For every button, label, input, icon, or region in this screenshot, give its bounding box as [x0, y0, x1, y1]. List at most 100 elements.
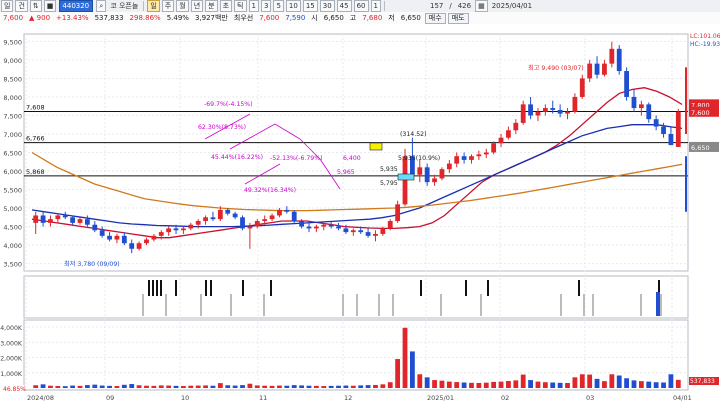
price-tick-label: 9,000: [3, 57, 22, 65]
candle-body: [33, 215, 39, 223]
price-tick-label: 7,000: [3, 131, 22, 139]
period-day[interactable]: 일: [147, 0, 160, 12]
candlestick-chart[interactable]: 7,608 6,766 5,868 최고 9,490 (03/07) 최저 3,780…: [0, 24, 720, 404]
volume-bar: [432, 380, 437, 388]
signal-marker: [210, 280, 212, 296]
signal-bar: [378, 294, 380, 316]
signal-marker: [152, 280, 154, 296]
candle-body: [572, 96, 578, 112]
price-tick-label: 8,500: [3, 75, 22, 83]
time-tick-label: 11: [259, 394, 267, 402]
chart-annotation: 5,935(10.9%): [398, 155, 440, 162]
volume-bar: [321, 386, 327, 388]
volume-bar: [313, 385, 319, 388]
record-count[interactable]: 157: [427, 2, 446, 10]
candle-body: [254, 221, 260, 227]
signal-bar: [560, 294, 562, 316]
volume-bar: [299, 385, 305, 388]
candle-body: [62, 215, 68, 218]
period-year[interactable]: 년: [190, 0, 204, 12]
candle-body: [299, 221, 305, 227]
calendar-icon[interactable]: ▦: [475, 0, 488, 12]
candle-body: [417, 167, 423, 175]
interval-45[interactable]: 45: [336, 0, 352, 12]
volume-bar: [572, 377, 578, 388]
volume-bar: [653, 382, 659, 388]
signal-bar: [142, 294, 144, 316]
candle-body: [343, 228, 349, 233]
trade-amount: 3,927백만: [194, 14, 228, 22]
volume-bar: [247, 383, 253, 388]
candle-body: [173, 228, 179, 231]
interval-15[interactable]: 15: [302, 0, 318, 12]
signal-bar: [342, 294, 344, 316]
volume-bar: [40, 384, 46, 388]
volume-bar: [107, 385, 112, 388]
period-week[interactable]: 주: [161, 0, 175, 12]
indicator-legend: LC:101.06: [690, 33, 720, 40]
volume-bar: [395, 359, 401, 388]
interval-10[interactable]: 10: [285, 0, 301, 12]
interval-30[interactable]: 30: [319, 0, 335, 12]
candle-body: [602, 63, 607, 75]
candle-body: [195, 221, 201, 225]
buy-button[interactable]: 매수: [424, 12, 446, 24]
toolbar-item-color[interactable]: ■: [43, 0, 57, 12]
volume-bar: [136, 385, 142, 388]
volume-bar: [114, 386, 120, 388]
candle-body: [631, 96, 637, 109]
volume-bar: [624, 378, 630, 388]
signal-bar: [200, 294, 202, 316]
volume-bar: [373, 384, 378, 388]
toolbar-item-sort[interactable]: ⇅: [29, 0, 42, 12]
record-separator: /: [449, 2, 452, 10]
volume-bar: [417, 374, 423, 388]
interval-5[interactable]: 5: [273, 0, 284, 12]
toolbar-item-count-mode[interactable]: 건: [15, 0, 28, 12]
candle-body: [181, 228, 186, 231]
signal-bar: [583, 294, 585, 316]
volume-bar: [528, 380, 533, 388]
candle-body: [387, 221, 393, 229]
interval-3[interactable]: 3: [260, 0, 272, 12]
volume-bar: [668, 374, 674, 388]
period-tick[interactable]: 틱: [234, 0, 247, 12]
candle-body: [483, 152, 489, 155]
key-price-label: 5,868: [26, 168, 45, 176]
sell-button[interactable]: 매도: [447, 12, 469, 24]
best-quote-label: 최우선: [233, 14, 254, 22]
volume-bar: [661, 382, 666, 388]
open-price: 6,650: [323, 14, 344, 22]
candle-body: [587, 63, 593, 79]
period-month[interactable]: 월: [176, 0, 189, 12]
signal-marker: [465, 280, 467, 296]
candle-body: [262, 219, 268, 222]
key-price-label: 6,766: [26, 135, 45, 143]
price-tick-label: 4,500: [3, 224, 22, 232]
volume-bar: [166, 385, 172, 388]
volume-bar: [269, 385, 275, 388]
interval-60[interactable]: 60: [353, 0, 369, 12]
candle-body: [520, 104, 526, 123]
ask-price: 7,590: [285, 14, 306, 22]
price-change: ▲ 900: [29, 14, 51, 22]
candle-body: [432, 178, 437, 183]
volume-bar: [92, 384, 98, 388]
chart-annotation: 최고 9,490 (03/07): [528, 64, 584, 72]
toolbar-item-day-mode[interactable]: 일: [1, 0, 14, 12]
divider: [143, 1, 145, 11]
signal-bar: [480, 294, 482, 316]
volume-bar: [99, 385, 105, 388]
period-second[interactable]: 초: [219, 0, 233, 12]
stock-code-input[interactable]: 440320: [59, 0, 94, 12]
date-input[interactable]: 2025/04/01: [489, 2, 535, 10]
signal-bar: [640, 294, 642, 316]
chart-area[interactable]: 7,608 6,766 5,868 최고 9,490 (03/07) 최저 3,780…: [0, 24, 720, 404]
interval-1-alt[interactable]: 1: [370, 0, 381, 12]
period-minute[interactable]: 분: [205, 0, 218, 12]
candle-body: [380, 228, 386, 234]
price-badge-label: 6,650: [691, 144, 710, 152]
interval-1[interactable]: 1: [248, 0, 259, 12]
magnifier-icon[interactable]: ⌕: [96, 0, 107, 12]
volume-bar: [365, 385, 371, 388]
